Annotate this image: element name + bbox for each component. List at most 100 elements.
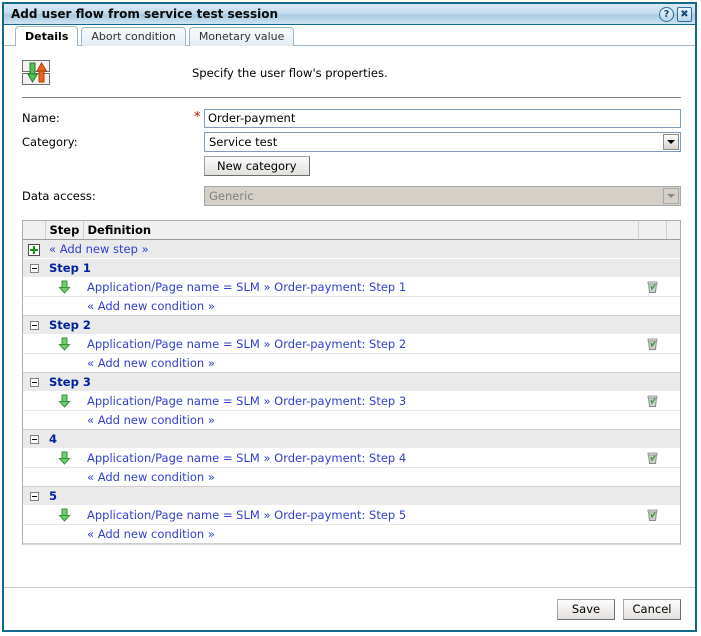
spacer-cell <box>23 277 45 297</box>
add-new-condition-link[interactable]: « Add new condition » <box>87 299 215 313</box>
delete-cell <box>638 391 666 411</box>
window-title: Add user flow from service test session <box>11 7 278 21</box>
condition-icon-cell <box>45 277 83 297</box>
add-condition-row[interactable]: « Add new condition » <box>23 296 680 316</box>
collapse-icon[interactable] <box>29 321 39 330</box>
dialog-description: Specify the user flow's properties. <box>192 66 388 80</box>
category-row: Category: Service test <box>22 132 681 152</box>
table-header-row: Step Definition <box>23 221 680 240</box>
condition-text-cell: Application/Page name = SLM » Order-paym… <box>83 448 638 468</box>
category-label: Category: <box>22 135 78 149</box>
condition-link[interactable]: Application/Page name = SLM » Order-paym… <box>87 508 406 522</box>
chevron-down-icon[interactable] <box>663 134 679 150</box>
delete-cell <box>638 505 666 525</box>
condition-text-cell: Application/Page name = SLM » Order-paym… <box>83 505 638 525</box>
close-icon[interactable]: ✖ <box>677 6 692 22</box>
add-new-condition-link[interactable]: « Add new condition » <box>87 356 215 370</box>
spacer-cell <box>23 334 45 354</box>
spacer-cell <box>23 524 45 544</box>
condition-icon-cell <box>45 505 83 525</box>
header-band: Specify the user flow's properties. <box>4 46 695 92</box>
trash-icon <box>647 509 657 522</box>
help-icon[interactable]: ? <box>659 6 674 22</box>
step-group-header: 4 <box>23 429 680 449</box>
collapse-icon[interactable] <box>29 435 39 444</box>
condition-link[interactable]: Application/Page name = SLM » Order-paym… <box>87 451 406 465</box>
down-arrow-icon <box>57 280 71 294</box>
add-new-step-link[interactable]: « Add new step » <box>49 242 149 256</box>
spacer-cell <box>23 467 45 487</box>
down-arrow-icon <box>57 394 71 408</box>
step-group-header: 5 <box>23 486 680 506</box>
dialog-body: Specify the user flow's properties. Name… <box>4 46 695 587</box>
add-new-step-row[interactable]: « Add new step » <box>23 239 680 259</box>
group-name-cell: Step 2 <box>45 315 680 335</box>
new-category-button[interactable]: New category <box>204 156 310 176</box>
spacer-cell <box>23 391 45 411</box>
steps-table-body: « Add new step » Step 1 Application/Page… <box>23 239 680 544</box>
screen: Add user flow from service test session … <box>0 0 701 636</box>
spacer-cell <box>45 524 83 544</box>
group-name-cell: Step 1 <box>45 258 680 278</box>
add-condition-cell: « Add new condition » <box>83 524 680 544</box>
table-row: Application/Page name = SLM » Order-paym… <box>23 505 680 525</box>
condition-text-cell: Application/Page name = SLM » Order-paym… <box>83 334 638 354</box>
cancel-button[interactable]: Cancel <box>623 598 681 620</box>
col-extra-1 <box>638 221 667 240</box>
condition-text-cell: Application/Page name = SLM » Order-paym… <box>83 277 638 297</box>
save-button[interactable]: Save <box>557 598 615 620</box>
add-condition-cell: « Add new condition » <box>83 296 680 316</box>
add-condition-row[interactable]: « Add new condition » <box>23 353 680 373</box>
tab-abort-condition[interactable]: Abort condition <box>81 27 186 46</box>
step-group-name: 4 <box>49 432 58 446</box>
name-input[interactable] <box>204 108 681 128</box>
step-group-header: Step 3 <box>23 372 680 392</box>
extra-cell <box>666 448 680 468</box>
add-condition-cell: « Add new condition » <box>83 467 680 487</box>
add-condition-row[interactable]: « Add new condition » <box>23 524 680 544</box>
trash-icon <box>647 281 657 294</box>
condition-icon-cell <box>45 334 83 354</box>
category-value: Service test <box>209 135 278 149</box>
expander-cell <box>23 429 45 449</box>
add-condition-row[interactable]: « Add new condition » <box>23 410 680 430</box>
delete-cell <box>638 448 666 468</box>
spacer-cell <box>23 410 45 430</box>
tab-monetary-value[interactable]: Monetary value <box>188 27 295 46</box>
tab-strip: Details Abort condition Monetary value <box>4 25 695 47</box>
collapse-icon[interactable] <box>29 378 39 387</box>
add-condition-cell: « Add new condition » <box>83 410 680 430</box>
add-new-condition-link[interactable]: « Add new condition » <box>87 527 215 541</box>
delete-cell <box>638 334 666 354</box>
collapse-icon[interactable] <box>29 264 39 273</box>
add-new-condition-link[interactable]: « Add new condition » <box>87 413 215 427</box>
add-new-condition-link[interactable]: « Add new condition » <box>87 470 215 484</box>
add-condition-cell: « Add new condition » <box>83 353 680 373</box>
data-access-row: Data access: Generic <box>22 186 681 206</box>
spacer-cell <box>45 467 83 487</box>
plus-icon[interactable] <box>28 243 40 256</box>
dialog-footer: Save Cancel <box>4 587 695 630</box>
data-access-dropdown: Generic <box>204 186 681 206</box>
chevron-down-icon-disabled <box>663 188 679 204</box>
add-condition-row[interactable]: « Add new condition » <box>23 467 680 487</box>
group-name-cell: 4 <box>45 429 680 449</box>
extra-cell <box>666 505 680 525</box>
category-dropdown[interactable]: Service test <box>204 132 681 152</box>
condition-text-cell: Application/Page name = SLM » Order-paym… <box>83 391 638 411</box>
add-step-icon-cell <box>23 239 45 259</box>
down-arrow-icon <box>57 337 71 351</box>
condition-link[interactable]: Application/Page name = SLM » Order-paym… <box>87 394 406 408</box>
table-row: Application/Page name = SLM » Order-paym… <box>23 334 680 354</box>
spacer-cell <box>45 353 83 373</box>
tab-details[interactable]: Details <box>15 26 79 47</box>
steps-table-container: Step Definition « Add new step » Step 1 … <box>22 220 681 545</box>
condition-link[interactable]: Application/Page name = SLM » Order-paym… <box>87 337 406 351</box>
new-category-row: New category <box>22 156 681 176</box>
add-step-label-cell: « Add new step » <box>45 239 680 259</box>
collapse-icon[interactable] <box>29 492 39 501</box>
table-row: Application/Page name = SLM » Order-paym… <box>23 391 680 411</box>
spacer-cell <box>23 505 45 525</box>
down-arrow-icon <box>57 451 71 465</box>
condition-link[interactable]: Application/Page name = SLM » Order-paym… <box>87 280 406 294</box>
